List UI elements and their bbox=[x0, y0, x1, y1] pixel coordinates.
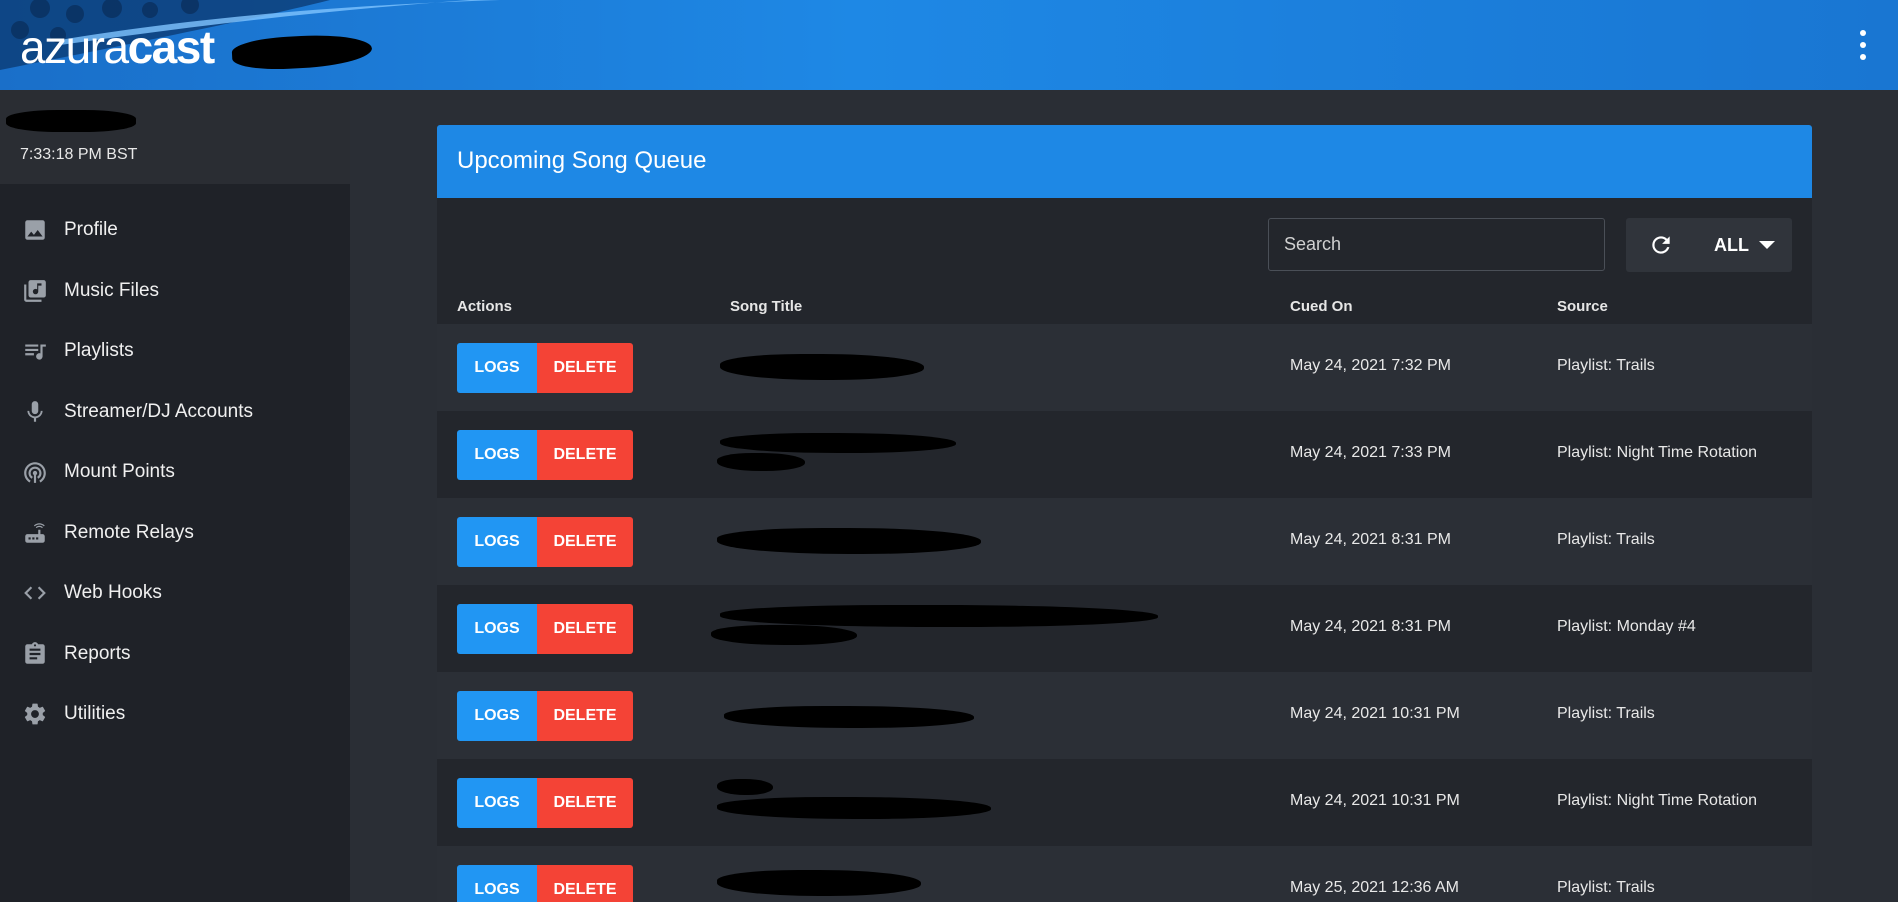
sidebar-item-label: Streamer/DJ Accounts bbox=[64, 400, 254, 422]
sidebar-nav: Profile Music Files Playlists Streamer/D… bbox=[0, 184, 350, 745]
redacted-song-title bbox=[717, 528, 981, 554]
song-queue-card: Upcoming Song Queue ALL Actions Song Tit… bbox=[437, 125, 1812, 902]
source-cell: Playlist: Night Time Rotation bbox=[1557, 792, 1758, 809]
table-toolbar: ALL bbox=[437, 198, 1812, 290]
table-header: Actions Song Title Cued On Source bbox=[437, 290, 1812, 324]
column-header-source[interactable]: Source bbox=[1557, 298, 1608, 315]
refresh-button[interactable] bbox=[1626, 218, 1696, 272]
source-cell: Playlist: Night Time Rotation bbox=[1557, 444, 1758, 461]
brand-text-light: azura bbox=[20, 21, 129, 73]
logs-button[interactable]: LOGS bbox=[457, 778, 537, 828]
cued-on-cell: May 24, 2021 10:31 PM bbox=[1290, 792, 1460, 809]
delete-button[interactable]: DELETE bbox=[537, 778, 633, 828]
clipboard-icon bbox=[22, 641, 48, 667]
sidebar-item-playlists[interactable]: Playlists bbox=[0, 321, 350, 382]
table-row: LOGS DELETE May 25, 2021 12:36 AM Playli… bbox=[437, 846, 1812, 902]
more-menu-icon[interactable] bbox=[1856, 30, 1870, 60]
caret-down-icon bbox=[1759, 241, 1775, 249]
gear-icon bbox=[22, 701, 48, 727]
sidebar-item-label: Profile bbox=[64, 219, 118, 241]
source-cell: Playlist: Trails bbox=[1557, 531, 1655, 548]
redacted-song-title bbox=[717, 779, 773, 795]
brand-text-bold: cast bbox=[127, 21, 216, 73]
redacted-song-title bbox=[720, 354, 924, 380]
sidebar-item-label: Utilities bbox=[64, 703, 126, 725]
sidebar-item-reports[interactable]: Reports bbox=[0, 624, 350, 685]
refresh-icon bbox=[1652, 236, 1670, 254]
sidebar-item-profile[interactable]: Profile bbox=[0, 200, 350, 261]
redacted-song-title bbox=[717, 453, 805, 471]
redacted-song-title bbox=[724, 706, 974, 728]
page-size-value: ALL bbox=[1714, 234, 1749, 255]
logs-button[interactable]: LOGS bbox=[457, 691, 537, 741]
sidebar-item-label: Playlists bbox=[64, 340, 134, 362]
redacted-song-title bbox=[720, 433, 956, 453]
brand-logo[interactable]: azuracast bbox=[20, 20, 216, 74]
sidebar-item-label: Music Files bbox=[64, 279, 160, 301]
table-row: LOGS DELETE May 24, 2021 7:33 PM Playlis… bbox=[437, 411, 1812, 498]
source-cell: Playlist: Trails bbox=[1557, 705, 1655, 722]
router-icon bbox=[22, 520, 48, 546]
broadcast-icon bbox=[22, 459, 48, 485]
card-title: Upcoming Song Queue bbox=[437, 125, 1812, 198]
logs-button[interactable]: LOGS bbox=[457, 343, 537, 393]
sidebar-item-label: Remote Relays bbox=[64, 521, 194, 543]
column-header-cued-on[interactable]: Cued On bbox=[1290, 298, 1353, 315]
sidebar-item-label: Reports bbox=[64, 642, 131, 664]
source-cell: Playlist: Trails bbox=[1557, 357, 1655, 374]
table-controls: ALL bbox=[1626, 218, 1792, 272]
sidebar-item-music-files[interactable]: Music Files bbox=[0, 261, 350, 322]
table-row: LOGS DELETE May 24, 2021 10:31 PM Playli… bbox=[437, 672, 1812, 759]
redacted-song-title bbox=[717, 870, 921, 896]
redacted-song-title bbox=[711, 625, 857, 645]
image-icon bbox=[22, 217, 48, 243]
logs-button[interactable]: LOGS bbox=[457, 430, 537, 480]
delete-button[interactable]: DELETE bbox=[537, 517, 633, 567]
sidebar-item-mount-points[interactable]: Mount Points bbox=[0, 442, 350, 503]
cued-on-cell: May 24, 2021 8:31 PM bbox=[1290, 618, 1451, 635]
logs-button[interactable]: LOGS bbox=[457, 604, 537, 654]
microphone-icon bbox=[22, 399, 48, 425]
delete-button[interactable]: DELETE bbox=[537, 691, 633, 741]
sidebar-item-streamer-dj-accounts[interactable]: Streamer/DJ Accounts bbox=[0, 382, 350, 443]
delete-button[interactable]: DELETE bbox=[537, 865, 633, 902]
column-header-song-title[interactable]: Song Title bbox=[730, 298, 802, 315]
cued-on-cell: May 24, 2021 10:31 PM bbox=[1290, 705, 1460, 722]
delete-button[interactable]: DELETE bbox=[537, 430, 633, 480]
sidebar-item-web-hooks[interactable]: Web Hooks bbox=[0, 563, 350, 624]
cued-on-cell: May 24, 2021 7:32 PM bbox=[1290, 357, 1451, 374]
cued-on-cell: May 25, 2021 12:36 AM bbox=[1290, 879, 1459, 896]
code-icon bbox=[22, 580, 48, 606]
redacted-song-title bbox=[720, 605, 1158, 627]
sidebar-item-label: Web Hooks bbox=[64, 582, 162, 604]
table-row: LOGS DELETE May 24, 2021 7:32 PM Playlis… bbox=[437, 324, 1812, 411]
table-row: LOGS DELETE May 24, 2021 8:31 PM Playlis… bbox=[437, 585, 1812, 672]
page-size-dropdown[interactable]: ALL bbox=[1696, 218, 1775, 272]
station-time: 7:33:18 PM BST bbox=[20, 146, 138, 163]
table-row: LOGS DELETE May 24, 2021 10:31 PM Playli… bbox=[437, 759, 1812, 846]
delete-button[interactable]: DELETE bbox=[537, 604, 633, 654]
source-cell: Playlist: Trails bbox=[1557, 879, 1655, 896]
cued-on-cell: May 24, 2021 7:33 PM bbox=[1290, 444, 1451, 461]
playlist-icon bbox=[22, 338, 48, 364]
delete-button[interactable]: DELETE bbox=[537, 343, 633, 393]
station-info: 7:33:18 PM BST bbox=[0, 90, 350, 184]
redacted-song-title bbox=[717, 797, 991, 819]
music-library-icon bbox=[22, 278, 48, 304]
column-header-actions[interactable]: Actions bbox=[457, 298, 512, 315]
redacted-station-title bbox=[6, 110, 136, 132]
sidebar: 7:33:18 PM BST Profile Music Files Playl… bbox=[0, 90, 350, 902]
sidebar-item-label: Mount Points bbox=[64, 461, 175, 483]
cued-on-cell: May 24, 2021 8:31 PM bbox=[1290, 531, 1451, 548]
sidebar-item-remote-relays[interactable]: Remote Relays bbox=[0, 503, 350, 564]
top-bar: azuracast bbox=[0, 0, 1898, 90]
logs-button[interactable]: LOGS bbox=[457, 865, 537, 902]
table-row: LOGS DELETE May 24, 2021 8:31 PM Playlis… bbox=[437, 498, 1812, 585]
source-cell: Playlist: Monday #4 bbox=[1557, 618, 1696, 635]
logs-button[interactable]: LOGS bbox=[457, 517, 537, 567]
sidebar-item-utilities[interactable]: Utilities bbox=[0, 684, 350, 745]
search-input[interactable] bbox=[1268, 218, 1605, 271]
